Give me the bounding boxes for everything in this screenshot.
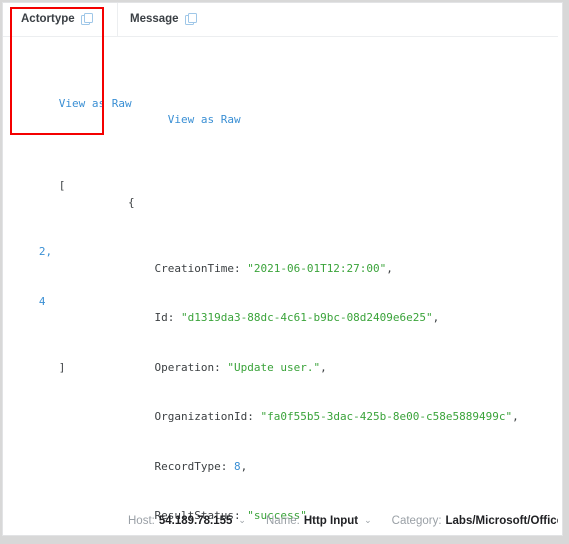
actortype-close-bracket: ] [58, 360, 66, 374]
column-header-actortype: Actortype [21, 13, 93, 25]
actortype-open-bracket: [ [58, 179, 66, 192]
json-field-recordtype: RecordType: 8, [154, 459, 248, 473]
meta-name-value: Http Input [303, 515, 359, 527]
message-value-pane: View as Raw { CreationTime: "2021-06-01T… [128, 46, 548, 522]
column-header-message: Message [130, 13, 197, 25]
scroll-gutter [558, 3, 562, 535]
meta-category-label: Category: [391, 515, 442, 527]
json-field-operation: Operation: "Update user.", [154, 360, 327, 374]
actortype-title: Actortype [21, 13, 75, 25]
column-header-row: Actortype Message [3, 3, 562, 37]
json-field-creationtime: CreationTime: "2021-06-01T12:27:00", [154, 261, 393, 275]
view-as-raw-link-left[interactable]: View as Raw [19, 79, 132, 129]
chevron-down-icon[interactable]: ⌄ [364, 515, 372, 526]
copy-icon[interactable] [80, 13, 93, 25]
meta-host-value: 54.189.78.155 [158, 515, 233, 527]
column-divider [117, 3, 118, 37]
chevron-down-icon[interactable]: ⌄ [238, 515, 246, 526]
event-metadata-footer: Host: 54.189.78.155 ⌄ Name: Http Input ⌄… [128, 515, 563, 527]
view-as-raw-link-right[interactable]: View as Raw [128, 96, 548, 146]
message-open-brace: { [128, 195, 135, 209]
copy-icon[interactable] [184, 13, 197, 25]
message-title: Message [130, 13, 179, 25]
actortype-item: 2, [38, 245, 53, 258]
event-detail-panel: Actortype Message View as Raw [ 2, 4 ] V… [2, 2, 563, 536]
meta-name-label: Name: [265, 515, 300, 527]
json-field-id: Id: "d1319da3-88dc-4c61-b9bc-08d2409e6e2… [154, 311, 440, 324]
json-field-organizationid: OrganizationId: "fa0f55b5-3dac-425b-8e00… [154, 410, 519, 423]
actortype-value-pane: View as Raw [ 2, 4 ] [19, 46, 132, 426]
meta-host-label: Host: [128, 515, 155, 527]
meta-category[interactable]: Category: Labs/Microsoft/Office365 ⌄ [391, 515, 563, 527]
meta-name[interactable]: Name: Http Input ⌄ [266, 515, 372, 527]
meta-host[interactable]: Host: 54.189.78.155 ⌄ [128, 515, 246, 527]
actortype-item: 4 [38, 294, 46, 308]
meta-category-value: Labs/Microsoft/Office365 [445, 515, 563, 527]
